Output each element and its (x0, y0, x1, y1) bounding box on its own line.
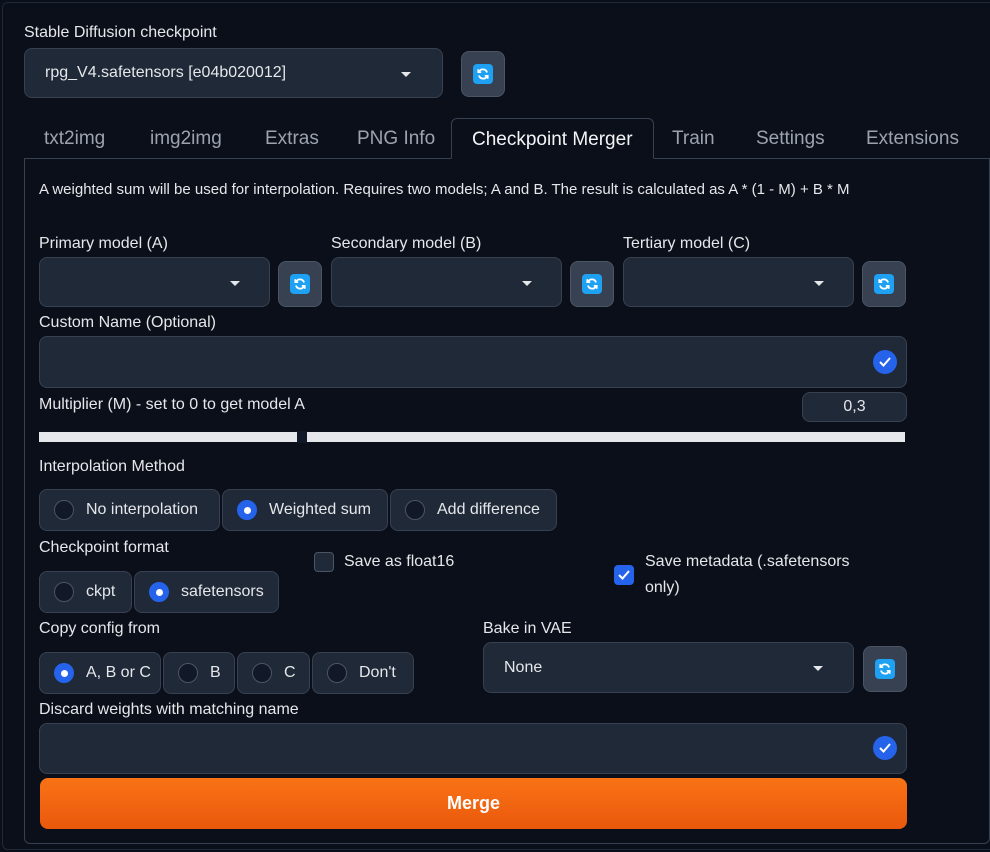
radio-circle-icon (54, 582, 74, 602)
radio-safetensors[interactable]: safetensors (134, 571, 279, 613)
tab-train[interactable]: Train (672, 128, 715, 150)
metadata-label-line2: only) (645, 579, 680, 596)
interpolation-label: Interpolation Method (39, 458, 185, 475)
merger-description: A weighted sum will be used for interpol… (39, 181, 850, 198)
checkpoint-refresh-button[interactable] (461, 51, 505, 97)
refresh-icon (874, 274, 894, 294)
format-radio-group: ckpt safetensors (39, 571, 279, 613)
config-label: Copy config from (39, 620, 160, 637)
interpolation-radio-group: No interpolation Weighted sum Add differ… (39, 489, 557, 531)
refresh-icon (290, 274, 310, 294)
primary-refresh-button[interactable] (278, 261, 322, 307)
tab-extensions[interactable]: Extensions (866, 128, 959, 150)
tab-txt2img[interactable]: txt2img (44, 128, 105, 150)
radio-label: safetensors (181, 583, 264, 600)
radio-label: A, B or C (86, 664, 151, 681)
secondary-model-label: Secondary model (B) (331, 235, 482, 252)
check-circle-icon (873, 736, 897, 760)
vae-dropdown[interactable]: None (483, 642, 854, 693)
radio-label: Weighted sum (269, 501, 371, 518)
radio-circle-icon (405, 500, 425, 520)
secondary-refresh-button[interactable] (570, 261, 614, 307)
refresh-icon (473, 64, 493, 84)
custom-name-label: Custom Name (Optional) (39, 314, 216, 331)
radio-selected-icon (237, 500, 257, 520)
multiplier-number-input[interactable]: 0,3 (802, 392, 907, 422)
radio-label: No interpolation (86, 501, 199, 518)
radio-label: Add difference (437, 501, 540, 518)
vae-refresh-button[interactable] (863, 646, 907, 692)
checkpoint-value: rpg_V4.safetensors [e04b020012] (45, 64, 287, 81)
metadata-label-line1: Save metadata (.safetensors (645, 553, 850, 570)
config-radio-group: A, B or C B C Don't (39, 652, 414, 694)
checkmark-icon (618, 570, 630, 580)
multiplier-slider-track-left[interactable] (39, 432, 298, 442)
radio-a-b-or-c[interactable]: A, B or C (39, 652, 161, 694)
radio-weighted-sum[interactable]: Weighted sum (222, 489, 388, 531)
tertiary-model-label: Tertiary model (C) (623, 235, 751, 252)
tab-img2img[interactable]: img2img (150, 128, 222, 150)
tertiary-refresh-button[interactable] (862, 261, 906, 307)
multiplier-label: Multiplier (M) - set to 0 to get model A (39, 396, 305, 413)
radio-b[interactable]: B (163, 652, 235, 694)
radio-selected-icon (149, 582, 169, 602)
checkpoint-label: Stable Diffusion checkpoint (24, 24, 217, 41)
radio-no-interpolation[interactable]: No interpolation (39, 489, 220, 531)
tab-png-info[interactable]: PNG Info (357, 128, 435, 150)
float16-label: Save as float16 (344, 553, 455, 570)
radio-circle-icon (327, 663, 347, 683)
chevron-down-icon (813, 666, 823, 671)
tab-settings[interactable]: Settings (756, 128, 825, 150)
radio-label: Don't (359, 664, 396, 681)
multiplier-slider-handle[interactable] (297, 431, 307, 443)
refresh-icon (875, 659, 895, 679)
tab-checkpoint-merger[interactable]: Checkpoint Merger (451, 118, 654, 159)
chevron-down-icon (230, 281, 240, 286)
radio-label: ckpt (86, 583, 116, 600)
checkpoint-dropdown[interactable]: rpg_V4.safetensors [e04b020012] (24, 48, 443, 98)
radio-label: B (210, 664, 221, 681)
check-circle-icon (873, 350, 897, 374)
chevron-down-icon (814, 281, 824, 286)
float16-checkbox[interactable] (314, 552, 334, 572)
secondary-model-dropdown[interactable] (331, 257, 562, 307)
radio-label: C (284, 664, 296, 681)
primary-model-dropdown[interactable] (39, 257, 270, 307)
radio-circle-icon (54, 500, 74, 520)
vae-value: None (504, 658, 543, 676)
metadata-checkbox[interactable] (614, 565, 634, 585)
chevron-down-icon (522, 281, 532, 286)
radio-selected-icon (54, 663, 74, 683)
merge-button[interactable]: Merge (40, 778, 907, 829)
tab-extras[interactable]: Extras (265, 128, 319, 150)
custom-name-input[interactable] (39, 336, 907, 388)
radio-circle-icon (178, 663, 198, 683)
radio-dont[interactable]: Don't (312, 652, 414, 694)
radio-circle-icon (252, 663, 272, 683)
format-label: Checkpoint format (39, 539, 169, 556)
tertiary-model-dropdown[interactable] (623, 257, 854, 307)
multiplier-slider-track-right[interactable] (307, 432, 905, 442)
refresh-icon (582, 274, 602, 294)
vae-label: Bake in VAE (483, 620, 572, 637)
radio-ckpt[interactable]: ckpt (39, 571, 132, 613)
primary-model-label: Primary model (A) (39, 235, 168, 252)
discard-label: Discard weights with matching name (39, 701, 299, 718)
radio-add-difference[interactable]: Add difference (390, 489, 557, 531)
radio-c[interactable]: C (237, 652, 310, 694)
discard-weights-input[interactable] (39, 723, 907, 774)
chevron-down-icon (401, 72, 411, 77)
